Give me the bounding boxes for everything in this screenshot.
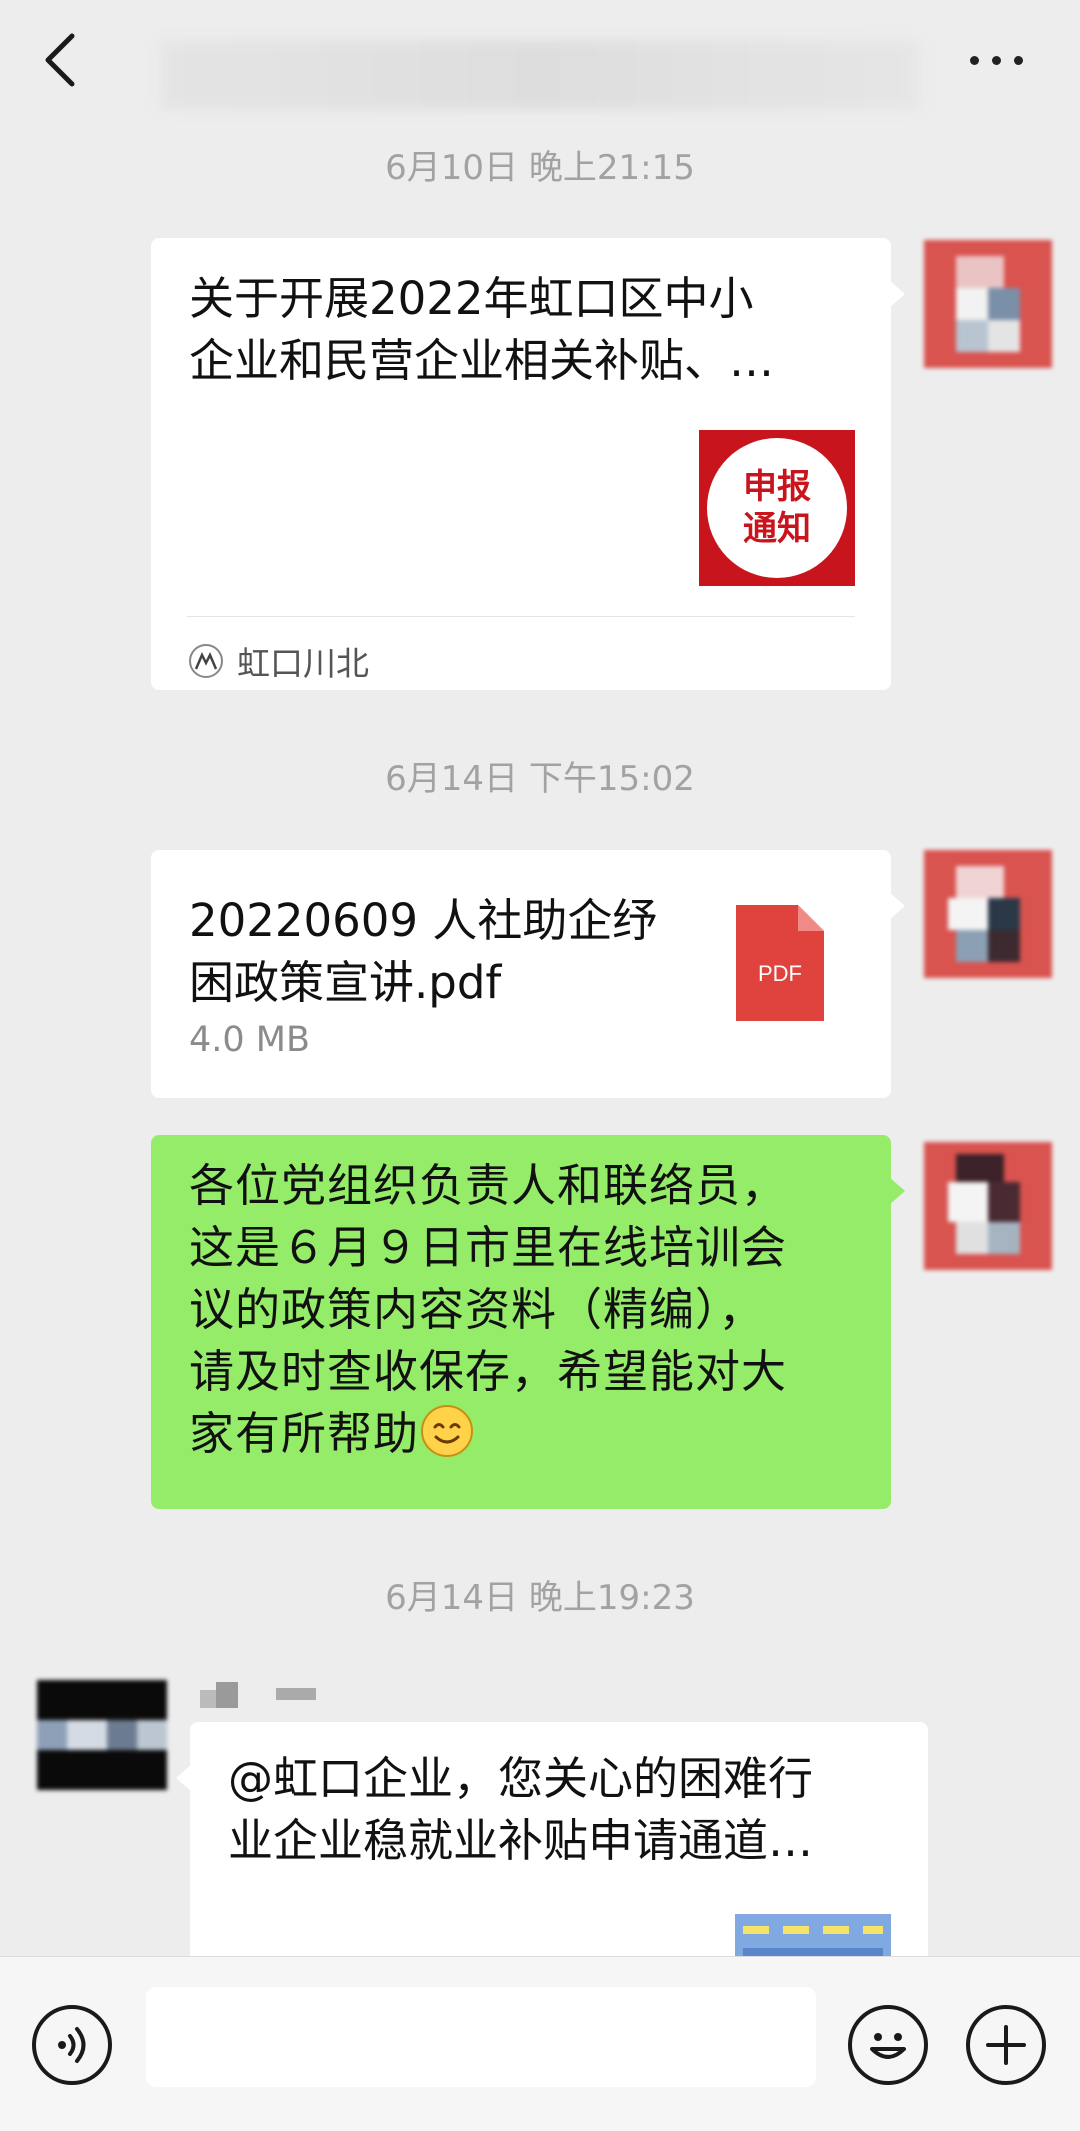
account-logo-icon	[189, 644, 223, 678]
article-source: 虹口川北	[189, 636, 369, 686]
smiley-icon	[421, 1405, 474, 1457]
sender-name	[200, 1682, 316, 1708]
more-button[interactable]	[962, 40, 1032, 80]
article-title: 关于开展2022年虹口区中小 企业和民营企业相关补贴、…	[189, 272, 775, 387]
file-name: 20220609 人社助企纾 困政策宣讲.pdf	[189, 894, 658, 1009]
article-title: @虹口企业，您关心的困难行 业企业稳就业补贴申请通道…	[228, 1752, 814, 1867]
message-text: 各位党组织负责人和联络员， 这是６月９日市里在线培训会 议的政策内容资料（精编）…	[189, 1159, 788, 1460]
chevron-left-icon	[45, 33, 75, 87]
avatar[interactable]	[37, 1680, 167, 1790]
timestamp: 6月10日 晚上21:15	[385, 148, 695, 188]
message-input[interactable]	[146, 1987, 816, 2087]
avatar[interactable]	[924, 1142, 1052, 1270]
top-bar	[0, 0, 1080, 130]
text-message[interactable]: 各位党组织负责人和联络员， 这是６月９日市里在线培训会 议的政策内容资料（精编）…	[151, 1135, 905, 1509]
ellipsis-icon	[970, 56, 979, 65]
emoji-button[interactable]	[848, 2005, 928, 2085]
add-button[interactable]	[966, 2005, 1046, 2085]
article-card-incoming[interactable]: @虹口企业，您关心的困难行 业企业稳就业补贴申请通道…	[176, 1722, 928, 1962]
input-bar	[0, 1956, 1080, 2131]
plus-icon	[986, 2025, 1026, 2065]
article-thumbnail	[735, 1914, 891, 1962]
voice-icon	[58, 2027, 86, 2063]
divider	[187, 616, 855, 617]
chat-title	[160, 40, 920, 110]
article-card[interactable]: 关于开展2022年虹口区中小 企业和民营企业相关补贴、… 申报 通知 虹口川北	[151, 238, 905, 690]
back-button[interactable]	[38, 30, 86, 90]
svg-text:PDF: PDF	[758, 961, 802, 986]
file-card[interactable]: 20220609 人社助企纾 困政策宣讲.pdf 4.0 MB PDF	[151, 850, 905, 1098]
voice-button[interactable]	[32, 2005, 112, 2085]
timestamp: 6月14日 下午15:02	[385, 759, 695, 799]
article-thumbnail: 申报 通知	[699, 430, 855, 586]
pdf-file-icon: PDF	[736, 905, 824, 1021]
avatar[interactable]	[924, 850, 1052, 978]
file-size: 4.0 MB	[189, 1020, 310, 1060]
emoji-icon	[870, 2033, 906, 2059]
timestamp: 6月14日 晚上19:23	[385, 1578, 695, 1618]
avatar[interactable]	[924, 240, 1052, 368]
